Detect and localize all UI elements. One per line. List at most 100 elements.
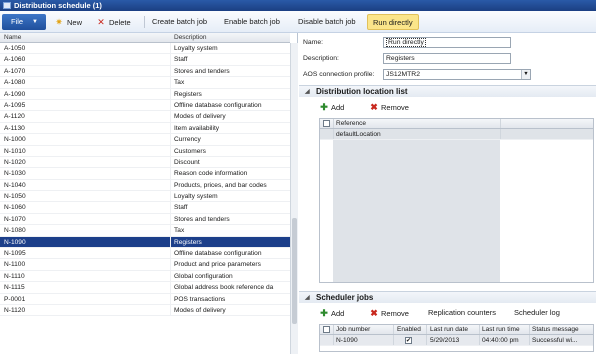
new-button-label: New — [67, 18, 83, 27]
vertical-scrollbar[interactable] — [290, 43, 298, 354]
table-row[interactable]: N-1115 Global address book reference da — [0, 282, 290, 294]
distribution-location-grid: Reference defaultLocation — [319, 118, 594, 283]
name-cell: A-1080 — [4, 79, 26, 87]
collapse-triangle-icon: ◢ — [305, 295, 310, 301]
column-header-status-message[interactable]: Status message — [532, 325, 579, 335]
select-all-checkbox[interactable] — [323, 120, 330, 127]
reference-cell: defaultLocation — [336, 131, 381, 138]
column-header-description[interactable]: Description — [174, 33, 207, 43]
column-header-reference[interactable]: Reference — [336, 119, 366, 129]
schedule-detail-pane: Name: Run directly Description: Register… — [299, 33, 596, 354]
last-run-time-cell: 04:40:00 pm — [482, 337, 519, 344]
chevron-down-icon[interactable]: ▼ — [521, 70, 530, 79]
table-row[interactable]: N-1095 Offline database configuration — [0, 248, 290, 260]
scheduler-add-button[interactable]: ✚ Add — [319, 306, 344, 321]
name-cell: N-1030 — [4, 170, 26, 178]
table-row[interactable]: N-1110 Global configuration — [0, 270, 290, 283]
name-field[interactable]: Run directly — [383, 37, 511, 48]
replication-counters-button[interactable]: Replication counters — [428, 306, 496, 320]
remove-x-icon: ✖ — [370, 102, 378, 112]
column-separator — [170, 156, 171, 168]
column-header-name[interactable]: Name — [4, 33, 21, 43]
run-directly-button[interactable]: Run directly — [367, 14, 419, 30]
description-cell: Product and price parameters — [174, 261, 261, 269]
add-plus-icon: ✚ — [320, 308, 328, 318]
column-separator — [170, 134, 171, 145]
new-button[interactable]: ✷ New — [54, 14, 82, 30]
delete-x-icon: ✕ — [97, 17, 105, 27]
table-row[interactable]: N-1030 Reason code information — [0, 168, 290, 180]
column-separator — [393, 335, 394, 345]
name-cell: N-1115 — [4, 284, 25, 292]
table-row[interactable]: N-1090 Registers — [0, 236, 290, 249]
table-row[interactable]: N-1100 Product and price parameters — [0, 259, 290, 271]
column-separator — [170, 248, 171, 259]
status-message-cell: Successful wi... — [532, 337, 578, 344]
description-cell: Staff — [174, 204, 188, 212]
column-separator — [170, 77, 171, 88]
column-header-job-number[interactable]: Job number — [336, 325, 370, 335]
table-row[interactable]: A-1080 Tax — [0, 77, 290, 89]
table-row[interactable]: A-1120 Modes of delivery — [0, 111, 290, 123]
description-cell: Products, prices, and bar codes — [174, 181, 267, 189]
table-row[interactable]: A-1060 Staff — [0, 54, 290, 66]
distribution-location-toolbar: ✚ Add ✖ Remove — [313, 100, 593, 114]
column-separator — [393, 325, 394, 334]
name-cell: N-1060 — [4, 204, 26, 212]
delete-button-label: Delete — [109, 18, 131, 27]
column-separator — [500, 119, 501, 128]
column-separator — [170, 99, 171, 111]
table-row[interactable]: N-1080 Tax — [0, 225, 290, 237]
distribution-grid-header: Reference — [320, 119, 593, 129]
disable-batch-job-button[interactable]: Disable batch job — [298, 14, 356, 30]
table-row[interactable]: N-1120 Modes of delivery — [0, 304, 290, 317]
distribution-remove-button[interactable]: ✖ Remove — [369, 100, 409, 115]
scrollbar-thumb[interactable] — [292, 218, 297, 324]
distribution-add-button[interactable]: ✚ Add — [319, 100, 344, 115]
scheduler-remove-button[interactable]: ✖ Remove — [369, 306, 409, 321]
schedule-list-pane: Name Description A-1050 Loyalty system A-1… — [0, 33, 298, 354]
table-row[interactable]: N-1020 Discount — [0, 156, 290, 169]
name-cell: N-1090 — [4, 238, 26, 246]
scheduler-jobs-section-header[interactable]: ◢ Scheduler jobs — [299, 291, 596, 303]
enable-batch-job-button[interactable]: Enable batch job — [224, 14, 280, 30]
column-header-last-run-date[interactable]: Last run date — [430, 325, 468, 335]
table-row[interactable]: A-1070 Stores and tenders — [0, 65, 290, 78]
distribution-location-row[interactable]: defaultLocation — [320, 129, 593, 140]
table-row[interactable]: N-1070 Stores and tenders — [0, 213, 290, 226]
column-header-last-run-time[interactable]: Last run time — [482, 325, 520, 335]
table-row[interactable]: N-1010 Customers — [0, 145, 290, 157]
select-all-checkbox[interactable] — [323, 326, 330, 333]
table-row[interactable]: A-1090 Registers — [0, 88, 290, 100]
description-cell: Discount — [174, 158, 200, 166]
create-batch-job-button[interactable]: Create batch job — [152, 14, 207, 30]
table-row[interactable]: A-1130 Item availability — [0, 122, 290, 135]
table-row[interactable]: N-1060 Staff — [0, 202, 290, 214]
file-menu-button[interactable]: File ▼ — [2, 14, 46, 30]
scheduler-grid-header: Job number Enabled Last run date Last ru… — [320, 325, 593, 335]
table-row[interactable]: N-1040 Products, prices, and bar codes — [0, 179, 290, 192]
distribution-location-section-header[interactable]: ◢ Distribution location list — [299, 85, 596, 97]
scheduler-log-button[interactable]: Scheduler log — [514, 306, 560, 320]
enabled-checkbox[interactable]: ✔ — [405, 337, 412, 344]
description-field[interactable]: Registers — [383, 53, 511, 64]
scheduler-add-label: Add — [331, 309, 345, 318]
delete-button[interactable]: ✕ Delete — [96, 14, 131, 30]
name-cell: A-1070 — [4, 67, 26, 75]
name-cell: N-1095 — [4, 250, 26, 258]
aos-connection-profile-dropdown[interactable]: JS12MTR2 ▼ — [383, 69, 531, 80]
table-row[interactable]: A-1050 Loyalty system — [0, 43, 290, 55]
name-cell: A-1130 — [4, 124, 25, 132]
description-cell: Global address book reference da — [174, 284, 274, 292]
remove-x-icon: ✖ — [370, 308, 378, 318]
table-row[interactable]: N-1000 Currency — [0, 134, 290, 146]
column-separator — [170, 168, 171, 179]
description-cell: Stores and tenders — [174, 215, 230, 223]
table-row[interactable]: N-1050 Loyalty system — [0, 191, 290, 203]
column-header-enabled[interactable]: Enabled — [397, 325, 421, 335]
table-row[interactable]: A-1095 Offline database configuration — [0, 99, 290, 112]
last-run-date-cell: 5/29/2013 — [430, 337, 460, 344]
table-row[interactable]: P-0001 POS transactions — [0, 293, 290, 305]
scheduler-job-row[interactable]: N-1090 ✔ 5/29/2013 04:40:00 pm Successfu… — [320, 335, 593, 346]
description-cell: Item availability — [174, 124, 220, 132]
